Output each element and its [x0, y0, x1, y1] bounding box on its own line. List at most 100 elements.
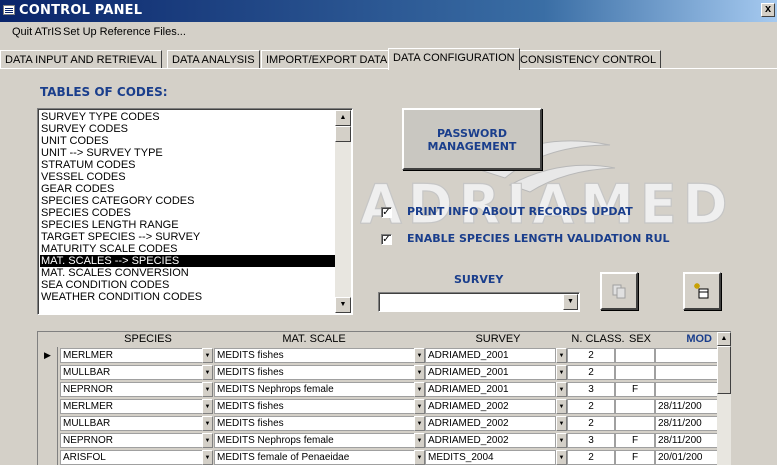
record-selector-current[interactable]: ▶: [38, 347, 58, 364]
chevron-down-icon[interactable]: ▼: [556, 365, 567, 380]
cell-survey[interactable]: ADRIAMED_2001: [425, 365, 556, 380]
list-item[interactable]: SURVEY CODES: [40, 123, 335, 135]
cell-sex[interactable]: [615, 399, 655, 414]
cell-n-class[interactable]: 2: [567, 416, 615, 431]
table-row[interactable]: ARISFOL ▼ MEDITS female of Penaeidae ▼ M…: [38, 449, 718, 465]
list-item-selected[interactable]: MAT. SCALES --> SPECIES: [40, 255, 335, 267]
cell-species[interactable]: MULLBAR: [60, 416, 213, 431]
table-row[interactable]: MULLBAR ▼ MEDITS fishes ▼ ADRIAMED_2001 …: [38, 364, 718, 381]
list-item[interactable]: MATURITY SCALE CODES: [40, 243, 335, 255]
menu-item-setup-reference-files[interactable]: Set Up Reference Files...: [63, 26, 186, 38]
cell-species[interactable]: NEPRNOR: [60, 433, 213, 448]
cell-n-class[interactable]: 2: [567, 399, 615, 414]
scroll-thumb[interactable]: [335, 126, 351, 142]
chevron-down-icon[interactable]: ▼: [563, 294, 578, 310]
cell-mat-scale[interactable]: MEDITS Nephrops female: [214, 433, 417, 448]
chevron-down-icon[interactable]: ▼: [556, 399, 567, 414]
new-record-button[interactable]: [683, 272, 721, 310]
cell-n-class[interactable]: 2: [567, 365, 615, 380]
cell-mod[interactable]: [655, 382, 718, 397]
cell-sex[interactable]: [615, 348, 655, 363]
list-item[interactable]: UNIT --> SURVEY TYPE: [40, 147, 335, 159]
table-row[interactable]: NEPRNOR ▼ MEDITS Nephrops female ▼ ADRIA…: [38, 432, 718, 449]
col-header-mat-scale[interactable]: MAT. SCALE: [214, 332, 414, 346]
cell-species[interactable]: MERLMER: [60, 348, 213, 363]
cell-mat-scale[interactable]: MEDITS fishes: [214, 348, 417, 363]
password-management-button[interactable]: PASSWORD MANAGEMENT: [402, 108, 542, 170]
cell-survey[interactable]: MEDITS_2004: [425, 450, 556, 465]
cell-species[interactable]: MERLMER: [60, 399, 213, 414]
list-item[interactable]: UNIT CODES: [40, 135, 335, 147]
list-item[interactable]: MAT. SCALES CONVERSION: [40, 267, 335, 279]
cell-mod[interactable]: 28/11/200: [655, 416, 718, 431]
copy-button[interactable]: [600, 272, 638, 310]
cell-species[interactable]: NEPRNOR: [60, 382, 213, 397]
cell-mat-scale[interactable]: MEDITS fishes: [214, 365, 417, 380]
list-item[interactable]: SPECIES CATEGORY CODES: [40, 195, 335, 207]
record-selector[interactable]: [38, 381, 58, 398]
scroll-up-button[interactable]: ▲: [717, 332, 731, 346]
cell-survey[interactable]: ADRIAMED_2002: [425, 433, 556, 448]
record-selector[interactable]: [38, 398, 58, 415]
cell-species[interactable]: ARISFOL: [60, 450, 213, 465]
cell-mod[interactable]: 20/01/200: [655, 450, 718, 465]
scroll-thumb[interactable]: [717, 346, 731, 394]
scroll-up-button[interactable]: ▲: [335, 110, 351, 126]
tab-data-configuration[interactable]: DATA CONFIGURATION: [388, 48, 520, 70]
survey-combo[interactable]: ▼: [378, 292, 580, 312]
cell-n-class[interactable]: 2: [567, 348, 615, 363]
length-validation-checkbox[interactable]: ✓: [381, 234, 392, 245]
list-item[interactable]: WEATHER CONDITION CODES: [40, 291, 335, 303]
list-item[interactable]: GEAR CODES: [40, 183, 335, 195]
cell-mod[interactable]: [655, 365, 718, 380]
cell-n-class[interactable]: 3: [567, 382, 615, 397]
col-header-n-class[interactable]: N. CLASS.: [568, 332, 628, 346]
cell-sex[interactable]: F: [615, 450, 655, 465]
chevron-down-icon[interactable]: ▼: [414, 399, 425, 414]
chevron-down-icon[interactable]: ▼: [202, 399, 213, 414]
chevron-down-icon[interactable]: ▼: [202, 365, 213, 380]
chevron-down-icon[interactable]: ▼: [414, 365, 425, 380]
cell-mod[interactable]: 28/11/200: [655, 433, 718, 448]
list-item[interactable]: SPECIES CODES: [40, 207, 335, 219]
scroll-down-button[interactable]: ▼: [335, 297, 351, 313]
table-row[interactable]: MERLMER ▼ MEDITS fishes ▼ ADRIAMED_2002 …: [38, 398, 718, 415]
record-selector[interactable]: [38, 415, 58, 432]
list-item[interactable]: SPECIES LENGTH RANGE: [40, 219, 335, 231]
chevron-down-icon[interactable]: ▼: [414, 382, 425, 397]
cell-mat-scale[interactable]: MEDITS Nephrops female: [214, 382, 417, 397]
codes-scrollbar[interactable]: ▲ ▼: [335, 110, 351, 313]
cell-mat-scale[interactable]: MEDITS fishes: [214, 399, 417, 414]
table-row[interactable]: NEPRNOR ▼ MEDITS Nephrops female ▼ ADRIA…: [38, 381, 718, 398]
grid-scrollbar[interactable]: ▲: [717, 332, 731, 465]
chevron-down-icon[interactable]: ▼: [414, 348, 425, 363]
print-info-checkbox[interactable]: ✓: [381, 207, 392, 218]
col-header-species[interactable]: SPECIES: [60, 332, 236, 346]
table-row[interactable]: MULLBAR ▼ MEDITS fishes ▼ ADRIAMED_2002 …: [38, 415, 718, 432]
cell-sex[interactable]: [615, 365, 655, 380]
list-item[interactable]: VESSEL CODES: [40, 171, 335, 183]
record-selector[interactable]: [38, 364, 58, 381]
cell-mat-scale[interactable]: MEDITS female of Penaeidae: [214, 450, 417, 465]
chevron-down-icon[interactable]: ▼: [202, 433, 213, 448]
chevron-down-icon[interactable]: ▼: [414, 450, 425, 465]
tab-data-input[interactable]: DATA INPUT AND RETRIEVAL: [0, 50, 162, 69]
cell-n-class[interactable]: 3: [567, 433, 615, 448]
list-item[interactable]: TARGET SPECIES --> SURVEY: [40, 231, 335, 243]
chevron-down-icon[interactable]: ▼: [556, 382, 567, 397]
record-selector[interactable]: [38, 432, 58, 449]
list-item[interactable]: STRATUM CODES: [40, 159, 335, 171]
tab-import-export[interactable]: IMPORT/EXPORT DATA: [261, 50, 393, 69]
chevron-down-icon[interactable]: ▼: [202, 416, 213, 431]
cell-survey[interactable]: ADRIAMED_2002: [425, 416, 556, 431]
cell-sex[interactable]: F: [615, 382, 655, 397]
chevron-down-icon[interactable]: ▼: [202, 348, 213, 363]
record-selector[interactable]: [38, 449, 58, 465]
cell-sex[interactable]: [615, 416, 655, 431]
cell-mod[interactable]: [655, 348, 718, 363]
chevron-down-icon[interactable]: ▼: [556, 348, 567, 363]
close-button[interactable]: x: [761, 3, 775, 17]
chevron-down-icon[interactable]: ▼: [414, 433, 425, 448]
cell-survey[interactable]: ADRIAMED_2001: [425, 348, 556, 363]
cell-survey[interactable]: ADRIAMED_2002: [425, 399, 556, 414]
